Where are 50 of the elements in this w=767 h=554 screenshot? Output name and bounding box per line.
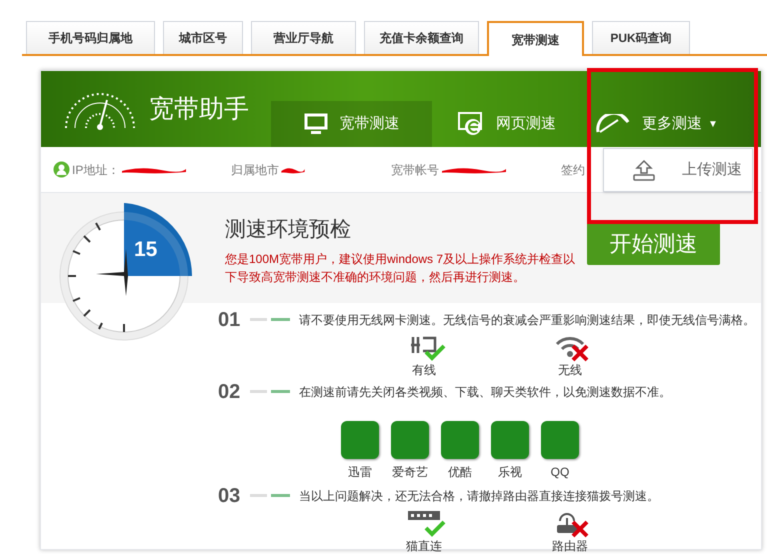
nav-tab[interactable]: 更多测速 ▼: [582, 101, 732, 147]
tab[interactable]: 城市区号: [163, 21, 243, 54]
tab[interactable]: PUK码查询: [592, 21, 690, 54]
info-label: 签约: [561, 162, 585, 178]
item-label: 路由器: [552, 539, 588, 553]
dropdown-caret-icon: ▼: [708, 116, 718, 132]
dash-divider: [250, 494, 290, 498]
monitor-icon: [304, 113, 328, 135]
section-title: 测速环境预检: [225, 219, 352, 240]
wifi-icon: [555, 335, 585, 359]
item-label: 无线: [558, 363, 582, 377]
upload-icon: [632, 159, 656, 181]
gauge-icon: [596, 114, 630, 134]
notice-text: 您是100M宽带用户，建议使用windows 7及以上操作系统并检查以下导致高宽带测速不准确的环境问题，然后再进行测速。: [225, 251, 576, 286]
tab[interactable]: 充值卡余额查询: [364, 21, 479, 54]
tab[interactable]: 宽带测速: [487, 21, 584, 56]
app-icon: [541, 421, 579, 459]
app-label: QQ: [550, 464, 570, 481]
tab[interactable]: 营业厅导航: [251, 21, 356, 54]
app-icon: [341, 421, 379, 459]
step-text: 在测速前请先关闭各类视频、下载、聊天类软件，以免测速数据不准。: [299, 384, 671, 401]
info-label: IP地址：: [72, 162, 120, 178]
dash-divider: [250, 390, 290, 394]
nav-tab[interactable]: 宽带测速: [271, 101, 432, 147]
info-label: 归属地市: [231, 162, 279, 178]
app-label: 迅雷: [348, 464, 372, 481]
start-test-button[interactable]: 开始测速: [587, 222, 720, 265]
app-icon: [391, 421, 429, 459]
item-label: 有线: [412, 363, 436, 377]
menu-item[interactable]: 上传测速: [604, 149, 752, 191]
app-title: 宽带助手: [149, 96, 249, 122]
nav-tab[interactable]: 网页测速: [432, 101, 582, 147]
item-label: 猫直连: [406, 539, 442, 553]
app-label: 乐视: [498, 464, 522, 481]
step-number: 01: [218, 310, 242, 330]
browser-e-icon: [458, 112, 484, 136]
user-icon: [53, 161, 70, 178]
app-icon: [491, 421, 529, 459]
timer-count: 15: [134, 239, 158, 260]
app-label: 优酷: [448, 464, 472, 481]
app-label: 爱奇艺: [392, 464, 428, 481]
app-icon: [441, 421, 479, 459]
info-label: 宽带帐号: [391, 162, 439, 178]
step-text: 请不要使用无线网卡测速。无线信号的衰减会严重影响测速结果，即使无线信号满格。: [299, 312, 755, 329]
step-number: 02: [218, 382, 242, 402]
tab[interactable]: 手机号码归属地: [26, 21, 155, 54]
step-number: 03: [218, 486, 242, 506]
step-text: 当以上问题解决，还无法合格，请撤掉路由器直接连接猫拨号测速。: [299, 488, 659, 505]
dash-divider: [250, 318, 290, 322]
modem-icon: [408, 511, 440, 520]
